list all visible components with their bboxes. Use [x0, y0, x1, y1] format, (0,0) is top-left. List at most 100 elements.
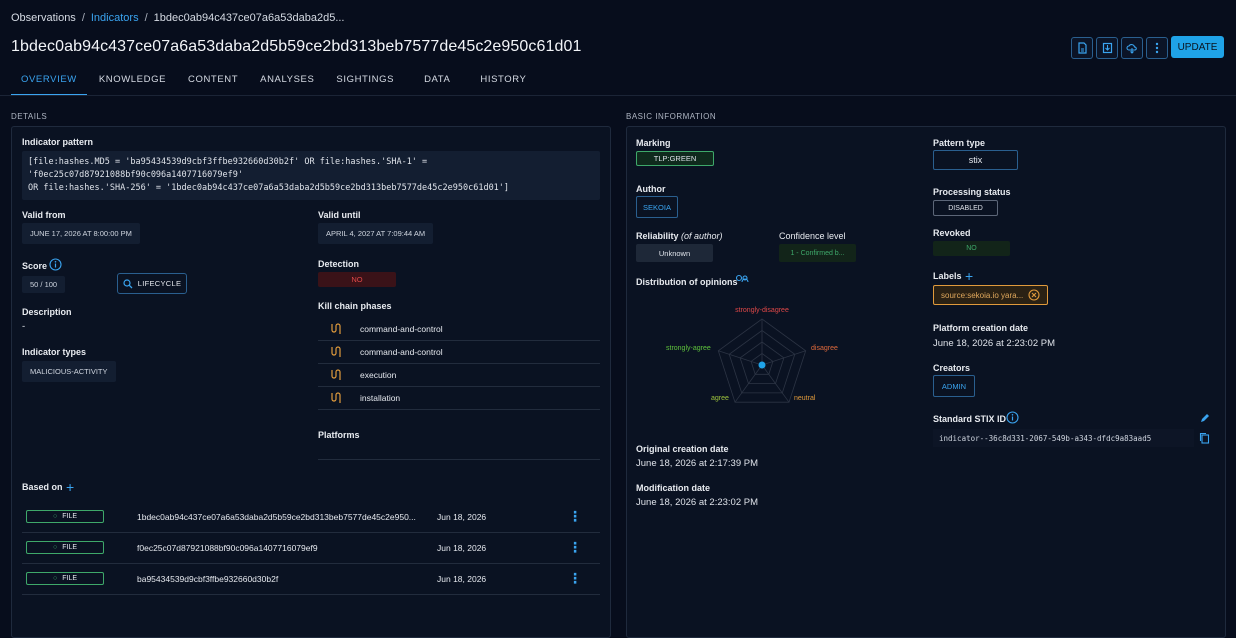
file-type-badge: ○ FILE: [26, 572, 104, 585]
search-icon: [123, 278, 133, 288]
observable-value: 1bdec0ab94c437ce07a6a53daba2d5b59ce2bd31…: [137, 511, 416, 522]
confidence-chip: 1 - Confirmed b...: [779, 244, 856, 262]
kill-chain-phase: command-and-control: [360, 324, 443, 334]
radar-label-neutral: neutral: [794, 395, 816, 402]
kill-chain-row: command-and-control: [318, 318, 600, 341]
file-icon: [1077, 42, 1087, 54]
reliability-note: (of author): [681, 231, 723, 241]
indicator-pattern-box: [file:hashes.MD5 = 'ba95434539d9cbf3ffbe…: [22, 151, 600, 200]
download-button[interactable]: [1096, 37, 1118, 59]
breadcrumb-separator: /: [144, 12, 148, 24]
breadcrumb-indicators[interactable]: Indicators: [91, 12, 139, 24]
based-on-row[interactable]: ○ FILE f0ec25c07d87921088bf90c096a1407716…: [22, 532, 600, 564]
confidence-label: Confidence level: [779, 231, 846, 241]
tab-history[interactable]: HISTORY: [470, 66, 536, 96]
info-icon[interactable]: [49, 258, 62, 274]
enrich-button[interactable]: [1121, 37, 1143, 59]
export-file-button[interactable]: [1071, 37, 1093, 59]
file-dot-icon: ○: [52, 575, 58, 582]
radar-label-disagree: disagree: [811, 345, 838, 352]
pattern-type-label: Pattern type: [933, 138, 986, 148]
score-label: Score: [22, 261, 48, 271]
tab-content[interactable]: CONTENT: [178, 66, 248, 96]
row-menu-icon[interactable]: ⋮: [568, 508, 582, 525]
tab-knowledge[interactable]: KNOWLEDGE: [89, 66, 176, 96]
description-value: -: [22, 321, 26, 332]
kill-chain-phase: execution: [360, 370, 397, 380]
add-opinion-icon[interactable]: [735, 273, 749, 288]
row-menu-icon[interactable]: ⋮: [568, 539, 582, 556]
description-label: Description: [22, 307, 72, 317]
label-chip[interactable]: source:sekoia.io yara...: [933, 285, 1048, 305]
modification-label: Modification date: [636, 483, 710, 493]
reliability-text: Reliability: [636, 231, 679, 241]
kill-chain-phase: installation: [360, 393, 401, 403]
marking-label: Marking: [636, 138, 671, 148]
tab-sightings[interactable]: SIGHTINGS: [326, 66, 404, 96]
tab-analyses[interactable]: ANALYSES: [250, 66, 324, 96]
observable-value: f0ec25c07d87921088bf90c096a1407716079ef9: [137, 542, 318, 553]
kill-chain-icon: [331, 346, 341, 357]
modification-value: June 18, 2026 at 2:23:02 PM: [636, 497, 759, 508]
processing-status-label: Processing status: [933, 187, 1011, 197]
download-icon: [1102, 42, 1112, 54]
breadcrumb: Observations / Indicators / 1bdec0ab94c437ce…: [11, 12, 345, 24]
kill-chain-icon: [331, 392, 341, 403]
copy-icon[interactable]: [1199, 432, 1210, 447]
platform-creation-value: June 18, 2026 at 2:23:02 PM: [933, 338, 1056, 349]
valid-from-value: JUNE 17, 2026 AT 8:00:00 PM: [22, 223, 140, 244]
lifecycle-button[interactable]: LIFECYCLE: [117, 273, 187, 294]
platform-creation-label: Platform creation date: [933, 323, 1029, 333]
creator-chip[interactable]: ADMIN: [933, 375, 975, 397]
more-actions-button[interactable]: [1146, 37, 1168, 59]
edit-icon[interactable]: [1199, 413, 1210, 427]
add-icon[interactable]: +: [66, 479, 74, 495]
file-dot-icon: ○: [52, 544, 58, 551]
pattern-type-chip: stix: [933, 150, 1018, 170]
row-menu-icon[interactable]: ⋮: [568, 570, 582, 587]
valid-from-label: Valid from: [22, 210, 66, 220]
file-type-badge: ○ FILE: [26, 541, 104, 554]
kill-chain-phase: command-and-control: [360, 347, 443, 357]
breadcrumb-observations[interactable]: Observations: [11, 12, 76, 24]
tab-overview[interactable]: OVERVIEW: [11, 66, 87, 96]
valid-until-value: APRIL 4, 2027 AT 7:09:44 AM: [318, 223, 434, 244]
tab-data[interactable]: DATA: [414, 66, 460, 96]
author-chip[interactable]: SEKOIA: [636, 196, 678, 218]
based-on-row[interactable]: ○ FILE 1bdec0ab94c437ce07a6a53daba2d5b59c…: [22, 501, 600, 533]
original-creation-value: June 18, 2026 at 2:17:39 PM: [636, 458, 759, 469]
tab-divider: [0, 95, 1236, 96]
based-on-label: Based on: [22, 482, 63, 492]
close-icon[interactable]: [1028, 289, 1040, 301]
indicator-pattern-label: Indicator pattern: [22, 137, 94, 147]
stix-id-value: indicator--36c8d331-2067-549b-a343-dfdc9…: [933, 429, 1194, 447]
radar-label-agree: agree: [711, 395, 729, 402]
more-vertical-icon: [1155, 42, 1159, 54]
tab-bar: OVERVIEW KNOWLEDGE CONTENT ANALYSES SIGH…: [11, 66, 538, 96]
observable-date: Jun 18, 2026: [437, 511, 487, 522]
opinions-label: Distribution of opinions: [636, 277, 738, 287]
add-label-icon[interactable]: +: [965, 268, 973, 284]
valid-until-label: Valid until: [318, 210, 361, 220]
indicator-type-chip: MALICIOUS-ACTIVITY: [22, 361, 116, 382]
score-value: 50 / 100: [22, 276, 66, 293]
kill-chain-row: execution: [318, 364, 600, 387]
kill-chain-icon: [331, 323, 341, 334]
processing-status-chip: DISABLED: [933, 200, 998, 216]
file-dot-icon: ○: [52, 513, 58, 520]
breadcrumb-current: 1bdec0ab94c437ce07a6a53daba2d5...: [153, 12, 345, 24]
file-type-badge: ○ FILE: [26, 510, 104, 523]
cloud-sync-icon: [1126, 44, 1137, 54]
file-type-label: FILE: [62, 513, 78, 520]
label-chip-text: source:sekoia.io yara...: [941, 290, 1024, 300]
breadcrumb-separator: /: [81, 12, 85, 24]
info-icon[interactable]: [1006, 411, 1019, 427]
stix-id-label: Standard STIX ID: [933, 414, 1007, 424]
indicator-types-label: Indicator types: [22, 347, 87, 357]
pattern-line: [file:hashes.MD5 = 'ba95434539d9cbf3ffbe…: [28, 157, 428, 180]
observable-date: Jun 18, 2026: [437, 573, 487, 584]
update-button[interactable]: UPDATE: [1171, 36, 1224, 58]
kill-chain-row: command-and-control: [318, 341, 600, 364]
file-type-label: FILE: [62, 575, 78, 582]
based-on-row[interactable]: ○ FILE ba95434539d9cbf3ffbe932660d30b2f J…: [22, 563, 600, 595]
